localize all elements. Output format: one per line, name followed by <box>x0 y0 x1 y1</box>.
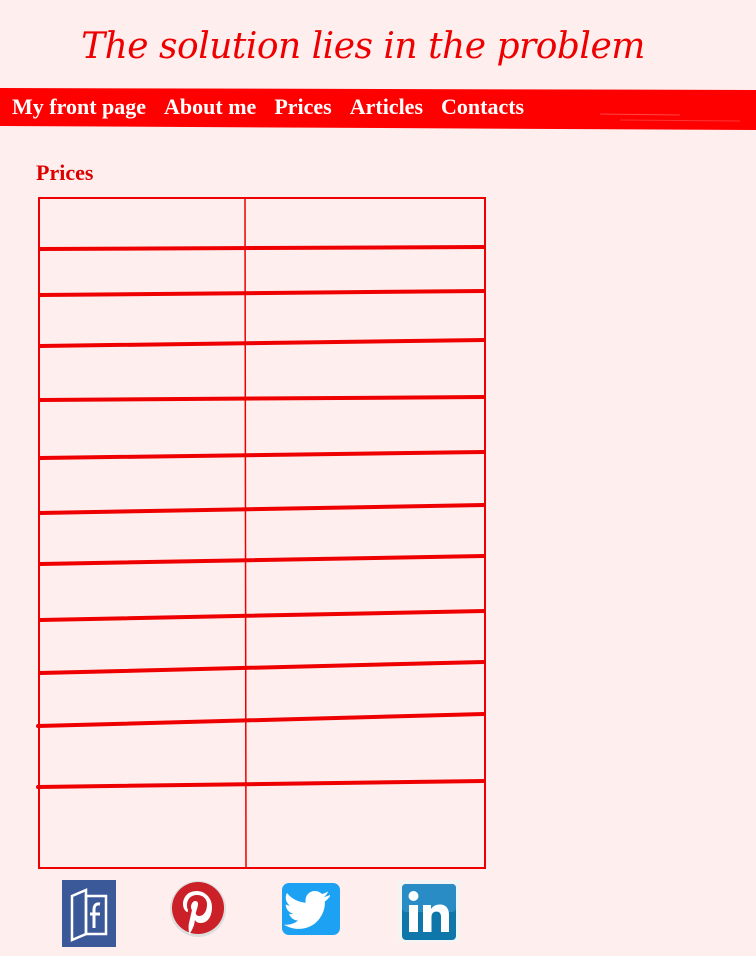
linkedin-link[interactable] <box>398 880 460 942</box>
nav-item-front-page[interactable]: My front page <box>12 94 146 120</box>
twitter-link[interactable] <box>282 883 340 935</box>
facebook-link[interactable] <box>62 880 116 947</box>
table-row-divider <box>38 609 486 622</box>
table-row-divider <box>38 245 486 251</box>
table-column-divider <box>244 197 247 869</box>
main-nav: My front page About me Prices Articles C… <box>0 86 756 130</box>
facebook-icon <box>62 880 116 947</box>
nav-item-prices[interactable]: Prices <box>274 94 331 120</box>
price-table-grid <box>36 197 486 869</box>
nav-item-contacts[interactable]: Contacts <box>441 94 524 120</box>
table-row-divider <box>36 712 486 728</box>
table-row-divider <box>38 289 486 297</box>
site-title: The solution lies in the problem <box>81 26 645 67</box>
nav-item-about-me[interactable]: About me <box>164 94 256 120</box>
table-row-divider <box>38 450 486 460</box>
table-row-divider <box>38 503 486 515</box>
page: The solution lies in the problem My fron… <box>0 0 756 956</box>
table-row-divider <box>38 660 486 675</box>
table-row-divider <box>38 395 486 402</box>
social-links <box>0 876 756 948</box>
price-table <box>36 197 486 869</box>
table-row-divider <box>36 779 486 789</box>
section-heading: Prices <box>36 160 94 185</box>
nav-item-articles[interactable]: Articles <box>350 94 423 120</box>
nav-items: My front page About me Prices Articles C… <box>12 94 542 120</box>
table-border <box>38 197 486 869</box>
table-row-divider <box>38 338 486 348</box>
pinterest-link[interactable] <box>170 878 226 940</box>
pinterest-icon <box>170 881 226 937</box>
twitter-icon <box>282 883 340 935</box>
table-row-divider <box>38 554 486 566</box>
linkedin-icon <box>398 880 460 942</box>
